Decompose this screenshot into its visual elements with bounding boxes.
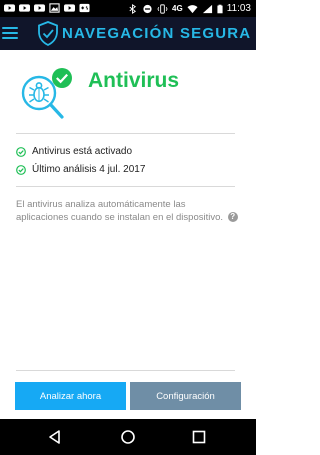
clock: 11:03 (226, 3, 251, 14)
help-icon[interactable]: ? (227, 211, 238, 222)
recents-icon[interactable] (191, 429, 207, 445)
app-header: NAVEGACIÓN SEGURA (0, 17, 256, 50)
youtube-icon (19, 4, 30, 12)
notification-icons (4, 3, 90, 13)
youtube-icon (34, 4, 45, 12)
home-icon[interactable] (120, 429, 136, 445)
network-type: 4G (172, 3, 183, 13)
hamburger-icon-line (2, 37, 18, 39)
divider (16, 186, 235, 187)
settings-button[interactable]: Configuración (130, 382, 241, 410)
youtube-icon (4, 4, 15, 12)
navigation-bar (0, 419, 256, 455)
youtube-icon (64, 4, 75, 12)
description-text: El antivirus analiza automáticamente las… (16, 199, 238, 224)
app-title-part2: SEGURA (179, 25, 252, 42)
signal-icon (202, 4, 212, 13)
scan-now-button[interactable]: Analizar ahora (15, 382, 126, 410)
check-circle-icon (16, 164, 26, 175)
image-icon (49, 3, 60, 13)
app-title-part1: NAVEGACIÓN (62, 25, 175, 42)
menu-button[interactable] (2, 24, 20, 42)
shield-check-icon (38, 21, 58, 46)
app-title: NAVEGACIÓN SEGURA (62, 26, 251, 42)
vibrate-icon (157, 3, 168, 14)
page-title: Antivirus (88, 69, 180, 92)
status-item-last-scan: Último análisis 4 jul. 2017 (16, 164, 145, 175)
hamburger-icon-line (2, 32, 18, 34)
bug-magnifier-check-icon (21, 68, 72, 119)
status-bar: 4G 11:03 (0, 0, 256, 17)
system-status-icons: 4G 11:03 (127, 3, 251, 14)
back-icon[interactable] (47, 429, 63, 445)
status-item-activated: Antivirus está activado (16, 146, 132, 157)
hamburger-icon (2, 27, 18, 29)
battery-icon (217, 4, 223, 13)
divider (16, 370, 235, 371)
description-body: El antivirus analiza automáticamente las… (16, 199, 224, 223)
status-item-label: Antivirus está activado (32, 146, 133, 157)
bluetooth-icon (129, 3, 137, 14)
divider (16, 133, 235, 134)
check-circle-icon (16, 146, 26, 157)
gamepad-icon (79, 3, 90, 13)
minus-circle-icon (143, 4, 152, 13)
status-item-label: Último análisis 4 jul. 2017 (32, 164, 146, 175)
wifi-icon (187, 4, 198, 13)
